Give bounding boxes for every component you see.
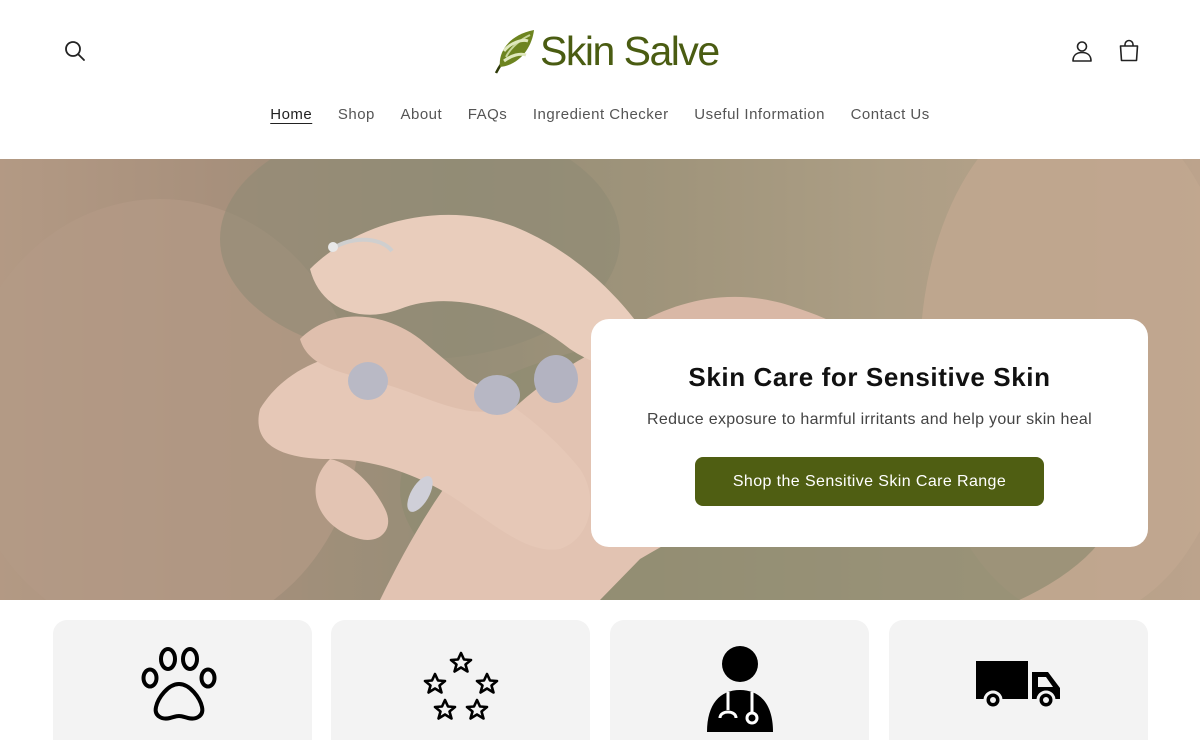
account-icon <box>1072 41 1092 62</box>
account-button[interactable] <box>1068 37 1096 65</box>
nav-item-shop[interactable]: Shop <box>325 104 388 126</box>
hero-title: Skin Care for Sensitive Skin <box>688 362 1051 392</box>
nav-item-about[interactable]: About <box>388 104 455 126</box>
stars-icon <box>423 651 498 720</box>
site-logo[interactable]: Skin Salve <box>492 26 720 76</box>
feature-card-delivery[interactable] <box>889 620 1148 740</box>
nav-item-useful-information[interactable]: Useful Information <box>681 104 837 126</box>
shop-sensitive-range-button[interactable]: Shop the Sensitive Skin Care Range <box>695 457 1044 506</box>
cart-button[interactable] <box>1115 37 1143 65</box>
nav-item-ingredient-checker[interactable]: Ingredient Checker <box>520 104 681 126</box>
leaf-logo-icon <box>494 30 534 74</box>
feature-card-reviews[interactable] <box>331 620 590 740</box>
nav-item-contact-us[interactable]: Contact Us <box>838 104 943 126</box>
nav-item-faqs[interactable]: FAQs <box>455 104 520 126</box>
cart-icon <box>1119 39 1139 62</box>
main-nav: Home Shop About FAQs Ingredient Checker … <box>0 104 1200 126</box>
hero-banner: Skin Care for Sensitive Skin Reduce expo… <box>0 159 1200 600</box>
search-button[interactable] <box>61 37 89 65</box>
logo-text: Skin Salve <box>540 28 720 74</box>
hero-subtitle: Reduce exposure to harmful irritants and… <box>647 411 1092 428</box>
feature-card-doctor[interactable] <box>610 620 869 740</box>
site-header: Skin Salve Home Shop About FAQs Ingredie… <box>0 0 1200 159</box>
paw-icon <box>141 647 216 721</box>
feature-card-pets[interactable] <box>53 620 312 740</box>
features-row <box>0 600 1200 740</box>
doctor-icon <box>706 646 773 732</box>
delivery-truck-icon <box>975 661 1060 710</box>
hero-card: Skin Care for Sensitive Skin Reduce expo… <box>591 319 1148 547</box>
nav-item-home[interactable]: Home <box>257 104 325 126</box>
search-icon <box>65 41 85 61</box>
